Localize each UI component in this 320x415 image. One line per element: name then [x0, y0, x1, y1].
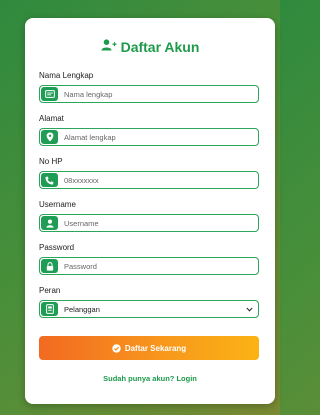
nohp-input[interactable]: 08xxxxxxx — [64, 176, 258, 185]
user-icon — [41, 216, 58, 230]
login-link[interactable]: Sudah punya akun? Login — [25, 374, 275, 383]
submit-button[interactable]: Daftar Sekarang — [39, 336, 259, 360]
nohp-field[interactable]: 08xxxxxxx — [39, 171, 259, 189]
nama-input[interactable]: Nama lengkap — [64, 90, 258, 99]
alamat-label: Alamat — [39, 114, 64, 123]
password-input[interactable]: Password — [64, 262, 258, 271]
peran-value: Pelanggan — [64, 304, 100, 314]
username-input[interactable]: Username — [64, 219, 258, 228]
nama-field[interactable]: Nama lengkap — [39, 85, 259, 103]
peran-label: Peran — [39, 286, 61, 295]
page-title: Daftar Akun — [120, 39, 200, 55]
check-circle-icon — [112, 343, 121, 353]
alamat-input[interactable]: Alamat lengkap — [64, 133, 258, 142]
chevron-down-icon — [246, 307, 253, 312]
id-card-icon — [41, 87, 58, 101]
phone-icon — [41, 173, 58, 187]
register-card: Daftar Akun Nama Lengkap Nama lengkap Al… — [25, 18, 275, 404]
card-header: Daftar Akun — [25, 38, 275, 56]
nama-label: Nama Lengkap — [39, 71, 94, 80]
username-label: Username — [39, 200, 76, 209]
submit-label: Daftar Sekarang — [124, 343, 187, 353]
peran-select[interactable]: Pelanggan — [39, 300, 259, 318]
user-plus-icon — [101, 38, 117, 56]
map-pin-icon — [41, 130, 58, 144]
password-label: Password — [39, 243, 75, 252]
alamat-field[interactable]: Alamat lengkap — [39, 128, 259, 146]
lock-icon — [41, 259, 58, 273]
nohp-label: No HP — [39, 157, 63, 166]
badge-icon — [41, 302, 58, 316]
username-field[interactable]: Username — [39, 214, 259, 232]
password-field[interactable]: Password — [39, 257, 259, 275]
